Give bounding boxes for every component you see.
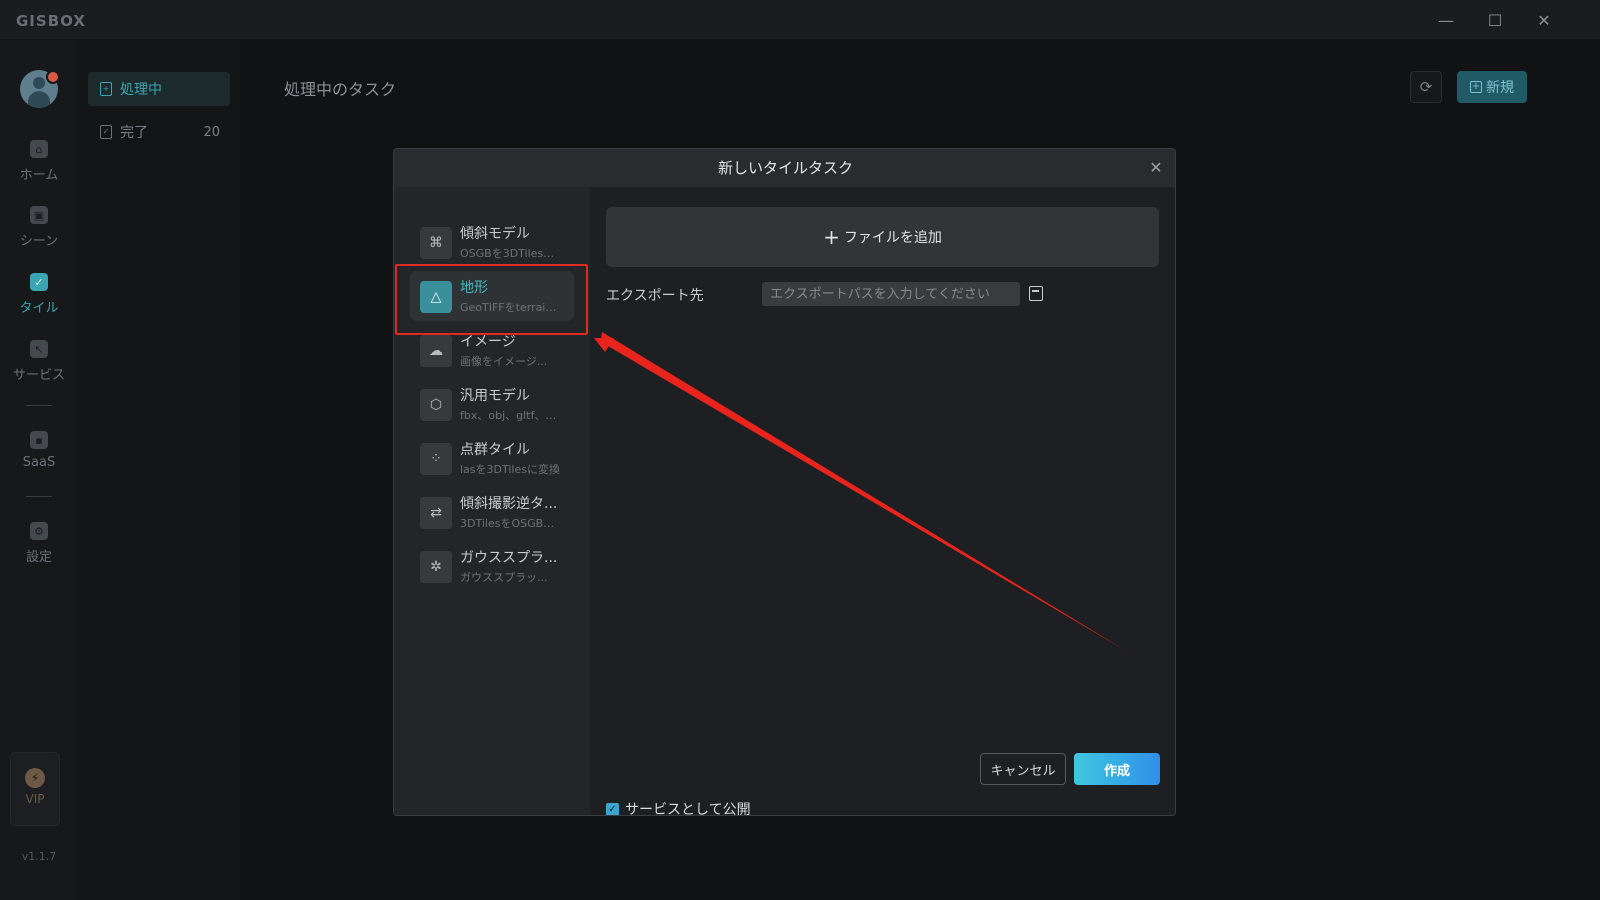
rail-item-label: SaaS bbox=[22, 455, 56, 470]
publish-label: サービスとして公開 bbox=[625, 802, 751, 816]
task-type-point-cloud[interactable]: ⁘ 点群タイル lasを3DTilesに変換 bbox=[410, 433, 574, 483]
tile-icon: ✓ bbox=[30, 273, 48, 291]
task-type-name: 点群タイル bbox=[460, 442, 530, 458]
task-type-name: 地形 bbox=[460, 280, 488, 296]
new-task-label: 新規 bbox=[1486, 80, 1514, 96]
task-type-desc: lasを3DTilesに変換 bbox=[460, 463, 560, 476]
task-type-name: ガウススプラ... bbox=[460, 550, 558, 566]
plus-icon: + bbox=[1470, 81, 1482, 93]
task-type-desc: ガウススプラッ... bbox=[460, 571, 548, 584]
completed-count: 20 bbox=[203, 124, 220, 140]
task-type-name: 汎用モデル bbox=[460, 388, 530, 404]
reverse-icon: ⇄ bbox=[420, 497, 452, 529]
cloud-icon: ☁ bbox=[420, 335, 452, 367]
task-type-name: 傾斜モデル bbox=[460, 226, 530, 242]
task-type-terrain[interactable]: △ 地形 GeoTIFFをterrain... bbox=[410, 271, 574, 321]
task-type-desc: fbx、obj、gltf、g... bbox=[460, 409, 560, 422]
task-type-name: イメージ bbox=[460, 334, 516, 350]
lightning-icon: ⚡ bbox=[25, 768, 45, 788]
rail-item-scene[interactable]: ▣ シーン bbox=[0, 206, 78, 249]
rail-item-saas[interactable]: ▪ SaaS bbox=[0, 431, 78, 470]
subnav-item-processing[interactable]: + 処理中 bbox=[88, 72, 230, 106]
rail-item-service[interactable]: ↖ サービス bbox=[0, 340, 78, 383]
gaussian-icon: ✲ bbox=[420, 551, 452, 583]
check-document-icon: ✓ bbox=[100, 125, 112, 139]
export-path-input[interactable] bbox=[762, 282, 1020, 306]
folder-icon[interactable] bbox=[1029, 286, 1043, 301]
task-form: + ファイルを追加 エクスポート先 ✓ サービスとして公開 bbox=[590, 187, 1175, 816]
rail-item-settings[interactable]: ⚙ 設定 bbox=[0, 522, 78, 565]
task-type-name: 傾斜撮影逆タ... bbox=[460, 496, 558, 512]
publish-as-service-checkbox[interactable]: ✓ サービスとして公開 bbox=[606, 799, 751, 816]
close-icon[interactable]: ✕ bbox=[1145, 157, 1167, 179]
lock-icon: ▪ bbox=[30, 431, 48, 449]
rail-item-label: タイル bbox=[19, 301, 59, 316]
checkbox-checked-icon: ✓ bbox=[606, 802, 619, 815]
subnav-item-label: 処理中 bbox=[120, 82, 162, 98]
new-tile-task-dialog: 新しいタイルタスク ✕ ⌘ 傾斜モデル OSGBを3DTilesに... △ 地… bbox=[393, 148, 1176, 816]
minimize-button[interactable]: — bbox=[1426, 6, 1466, 34]
scene-icon: ▣ bbox=[30, 206, 48, 224]
avatar-body bbox=[28, 91, 50, 108]
add-file-button[interactable]: + ファイルを追加 bbox=[606, 207, 1159, 267]
add-file-label: ファイルを追加 bbox=[843, 230, 942, 246]
subnav-item-label: 完了 bbox=[120, 125, 148, 141]
document-icon: + bbox=[100, 82, 112, 96]
dialog-title: 新しいタイルタスク bbox=[717, 159, 853, 177]
dialog-header: 新しいタイルタスク ✕ bbox=[394, 149, 1175, 187]
task-type-oblique-model[interactable]: ⌘ 傾斜モデル OSGBを3DTilesに... bbox=[410, 217, 574, 267]
plus-icon: + bbox=[823, 225, 840, 249]
rail-divider bbox=[26, 496, 52, 497]
rail-item-home[interactable]: ⌂ ホーム bbox=[0, 140, 78, 183]
notification-badge bbox=[46, 70, 60, 84]
rail-item-label: ホーム bbox=[19, 168, 59, 183]
maximize-button[interactable]: ☐ bbox=[1475, 6, 1515, 34]
rail-item-label: サービス bbox=[12, 368, 65, 383]
version-label: v1.1.7 bbox=[21, 850, 57, 863]
task-type-desc: OSGBを3DTilesに... bbox=[460, 247, 560, 260]
service-icon: ↖ bbox=[30, 340, 48, 358]
vip-label: VIP bbox=[25, 792, 45, 806]
command-icon: ⌘ bbox=[420, 227, 452, 259]
task-type-desc: 画像をイメージ... bbox=[460, 355, 548, 368]
refresh-icon: ⟳ bbox=[1419, 78, 1433, 96]
task-type-list: ⌘ 傾斜モデル OSGBを3DTilesに... △ 地形 GeoTIFFをte… bbox=[394, 187, 590, 815]
rail-item-tile[interactable]: ✓ タイル bbox=[0, 273, 78, 316]
title-bar: GISBOX — ☐ ✕ bbox=[0, 0, 1600, 40]
create-button[interactable]: 作成 bbox=[1074, 753, 1160, 785]
page-title: 処理中のタスク bbox=[284, 80, 397, 99]
rail-divider bbox=[26, 405, 52, 406]
task-type-desc: GeoTIFFをterrain... bbox=[460, 301, 560, 314]
vip-button[interactable]: ⚡ VIP bbox=[10, 752, 60, 826]
task-type-gaussian-splat[interactable]: ✲ ガウススプラ... ガウススプラッ... bbox=[410, 541, 574, 591]
task-type-oblique-reverse[interactable]: ⇄ 傾斜撮影逆タ... 3DTilesをOSGBに... bbox=[410, 487, 574, 537]
rail-item-label: 設定 bbox=[25, 550, 52, 565]
point-cloud-icon: ⁘ bbox=[420, 443, 452, 475]
sub-navigation: + 処理中 ✓ 完了 20 bbox=[78, 40, 240, 900]
avatar-head bbox=[33, 77, 45, 89]
close-window-button[interactable]: ✕ bbox=[1524, 6, 1564, 34]
subnav-item-completed[interactable]: ✓ 完了 20 bbox=[88, 115, 230, 149]
refresh-button[interactable]: ⟳ bbox=[1410, 71, 1442, 103]
terrain-icon: △ bbox=[420, 281, 452, 313]
task-type-desc: 3DTilesをOSGBに... bbox=[460, 517, 560, 530]
rail-item-label: シーン bbox=[19, 234, 59, 249]
export-label: エクスポート先 bbox=[606, 288, 704, 304]
app-window: GISBOX — ☐ ✕ ⌂ ホーム ▣ シーン ✓ タイル ↖ サービス ▪ bbox=[0, 0, 1600, 900]
gear-icon: ⚙ bbox=[30, 522, 48, 540]
app-logo: GISBOX bbox=[16, 12, 86, 30]
new-task-button[interactable]: + 新規 bbox=[1457, 71, 1527, 103]
task-type-image[interactable]: ☁ イメージ 画像をイメージ... bbox=[410, 325, 574, 375]
cube-icon: ⬡ bbox=[420, 389, 452, 421]
task-type-general-model[interactable]: ⬡ 汎用モデル fbx、obj、gltf、g... bbox=[410, 379, 574, 429]
cancel-button[interactable]: キャンセル bbox=[980, 753, 1066, 785]
home-icon: ⌂ bbox=[30, 140, 48, 158]
